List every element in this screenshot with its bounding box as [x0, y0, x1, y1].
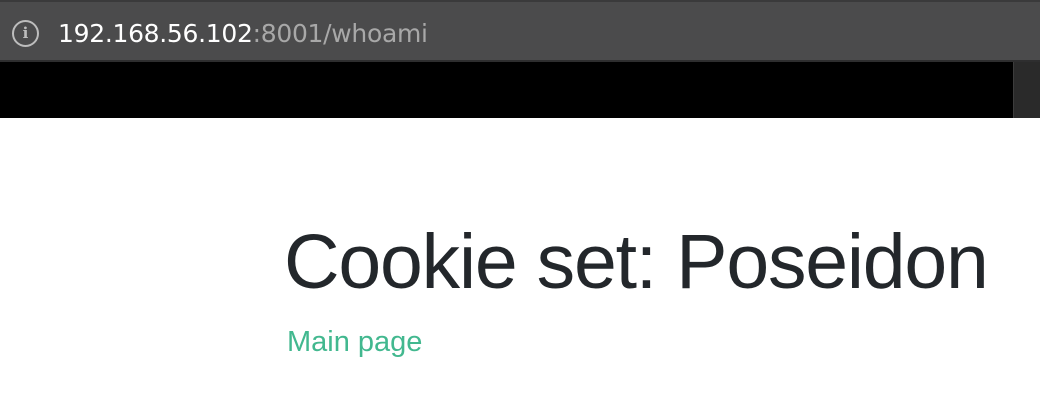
- url-field[interactable]: 192.168.56.102:8001/whoami: [58, 18, 428, 50]
- main-page-link[interactable]: Main page: [287, 324, 422, 360]
- scrollbar[interactable]: [1013, 62, 1040, 118]
- info-icon[interactable]: i: [12, 20, 39, 47]
- url-path: :8001/whoami: [252, 19, 428, 48]
- page-content: Cookie set: Poseidon Main page: [0, 118, 1040, 412]
- url-host: 192.168.56.102: [58, 19, 253, 48]
- address-bar[interactable]: i 192.168.56.102:8001/whoami: [0, 0, 1040, 62]
- page-header-band: [0, 62, 1040, 118]
- page-title: Cookie set: Poseidon: [284, 219, 989, 305]
